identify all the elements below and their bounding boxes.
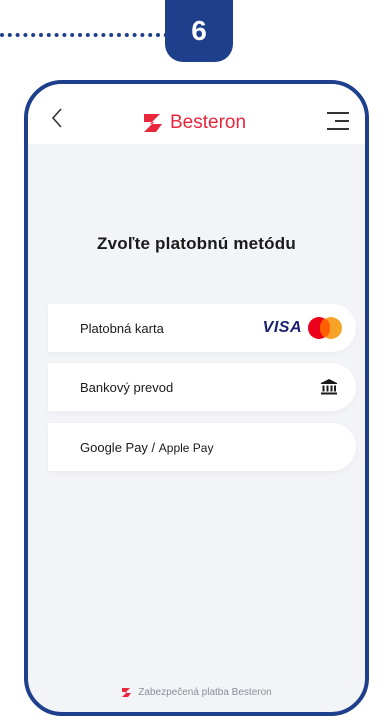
besteron-logo-icon <box>144 114 162 132</box>
apple-pay-label: Apple Pay <box>158 440 214 455</box>
google-pay-label: Google Pay <box>80 439 148 455</box>
method-label: Google Pay / Apple Pay <box>80 440 342 455</box>
step-number: 6 <box>191 15 207 46</box>
back-button[interactable] <box>46 106 70 130</box>
payment-method-card[interactable]: Platobná karta VISA <box>48 304 356 352</box>
top-bar: Besteron <box>28 84 365 144</box>
besteron-logo-icon <box>122 688 132 697</box>
bank-icon <box>321 379 337 395</box>
page-title: Zvoľte platobnú metódu <box>97 234 296 253</box>
secure-payment-footer: Zabezpečená platba Besteron <box>28 687 365 698</box>
payment-method-google-apple-pay[interactable]: Google Pay / Apple Pay <box>48 423 356 471</box>
brand-logo: Besteron <box>142 112 246 134</box>
footer-text: Zabezpečená platba Besteron <box>138 687 272 698</box>
dotted-connector <box>0 33 168 37</box>
menu-line <box>327 128 349 130</box>
payment-method-bank-transfer[interactable]: Bankový prevod <box>48 363 356 411</box>
visa-logo: VISA <box>262 319 302 336</box>
method-label: Bankový prevod <box>80 379 174 395</box>
menu-button[interactable] <box>325 110 349 132</box>
phone-frame: Besteron Zvoľte platobnú metódu Platobná… <box>24 80 369 716</box>
chevron-left-icon <box>51 108 62 128</box>
method-label: Platobná karta <box>80 320 164 336</box>
menu-line <box>327 112 349 114</box>
step-badge: 6 <box>165 0 233 62</box>
brand-name: Besteron <box>170 112 247 133</box>
mastercard-icon <box>308 317 342 339</box>
menu-line <box>335 120 349 122</box>
method-separator: / <box>147 439 159 455</box>
